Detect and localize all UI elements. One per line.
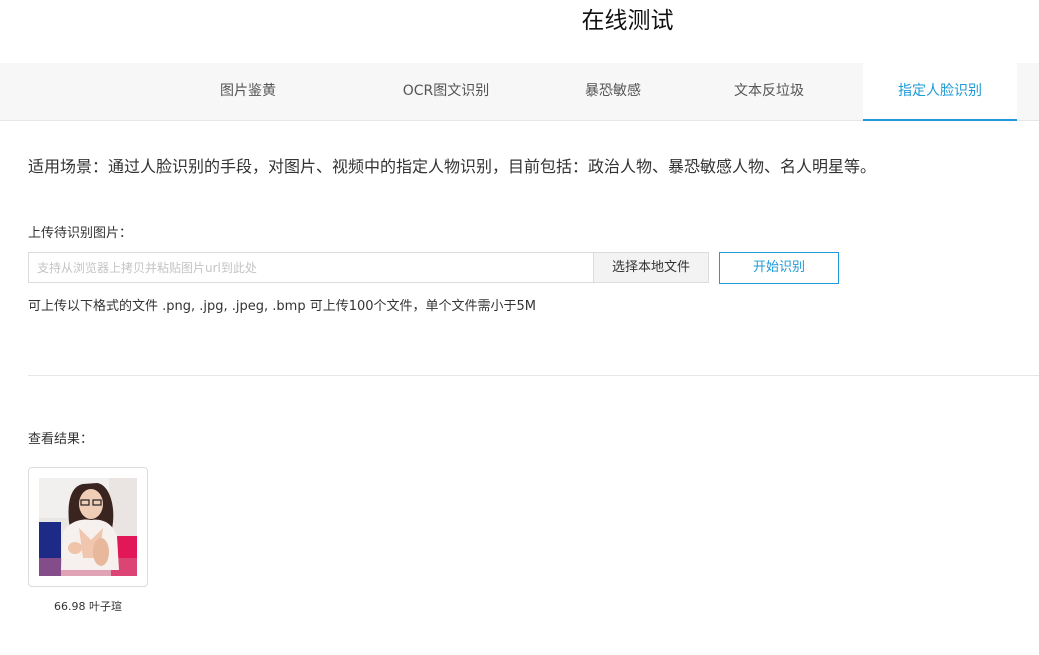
tab-bar: 图片鉴黄 OCR图文识别 暴恐敏感 文本反垃圾 指定人脸识别	[0, 63, 1039, 121]
result-name: 叶子瑄	[89, 600, 122, 613]
tab-ocr[interactable]: OCR图文识别	[360, 63, 532, 120]
result-score: 66.98	[54, 600, 86, 613]
result-thumbnail	[39, 478, 137, 576]
scenario-description: 适用场景：通过人脸识别的手段，对图片、视频中的指定人物识别，目前包括：政治人物、…	[28, 157, 877, 176]
tab-porn-detection[interactable]: 图片鉴黄	[162, 63, 334, 120]
image-url-input[interactable]	[28, 252, 594, 283]
divider	[28, 375, 1039, 376]
choose-local-file-button[interactable]: 选择本地文件	[593, 252, 709, 283]
result-caption: 66.98 叶子瑄	[28, 598, 148, 614]
tab-terror-sensitive[interactable]: 暴恐敏感	[527, 63, 699, 120]
page-title: 在线测试	[581, 8, 674, 34]
tab-text-antispam[interactable]: 文本反垃圾	[683, 63, 855, 120]
start-recognition-button[interactable]: 开始识别	[719, 252, 839, 284]
result-card[interactable]	[28, 467, 148, 587]
upload-label: 上传待识别图片：	[28, 226, 133, 241]
results-label: 查看结果：	[28, 432, 94, 447]
format-note: 可上传以下格式的文件 .png, .jpg, .jpeg, .bmp 可上传10…	[28, 299, 537, 314]
tab-face-recognition[interactable]: 指定人脸识别	[863, 63, 1017, 121]
